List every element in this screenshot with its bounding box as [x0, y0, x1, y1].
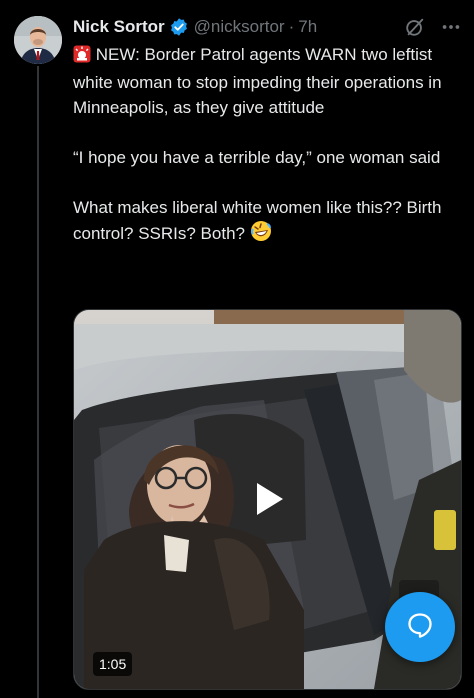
post-paragraph-text: NEW: Border Patrol agents WARN two lefti… [73, 45, 442, 117]
verified-badge-icon [169, 17, 189, 37]
chat-bubble-icon [406, 611, 434, 644]
separator-dot: · [288, 17, 295, 36]
grok-icon[interactable] [404, 16, 426, 38]
video-duration: 1:05 [93, 652, 133, 676]
more-options-icon[interactable] [440, 16, 462, 38]
post-text: NEW: Border Patrol agents WARN two lefti… [73, 42, 461, 249]
post-time[interactable]: 7h [298, 17, 317, 37]
post-paragraph: What makes liberal white women like this… [73, 195, 461, 249]
thread-line [37, 66, 39, 698]
play-icon[interactable] [247, 479, 287, 519]
author-handle[interactable]: @nicksortor [194, 17, 285, 37]
author-name[interactable]: Nick Sortor [73, 17, 165, 37]
post-paragraph: “I hope you have a terrible day,” one wo… [73, 148, 441, 167]
reply-fab-button[interactable] [385, 592, 455, 662]
siren-emoji [73, 45, 91, 70]
rolling-laughing-emoji [250, 220, 272, 249]
post-header: Nick Sortor @nicksortor · 7h [73, 16, 462, 38]
post-paragraph: NEW: Border Patrol agents WARN two lefti… [73, 42, 461, 120]
avatar[interactable] [14, 16, 62, 64]
